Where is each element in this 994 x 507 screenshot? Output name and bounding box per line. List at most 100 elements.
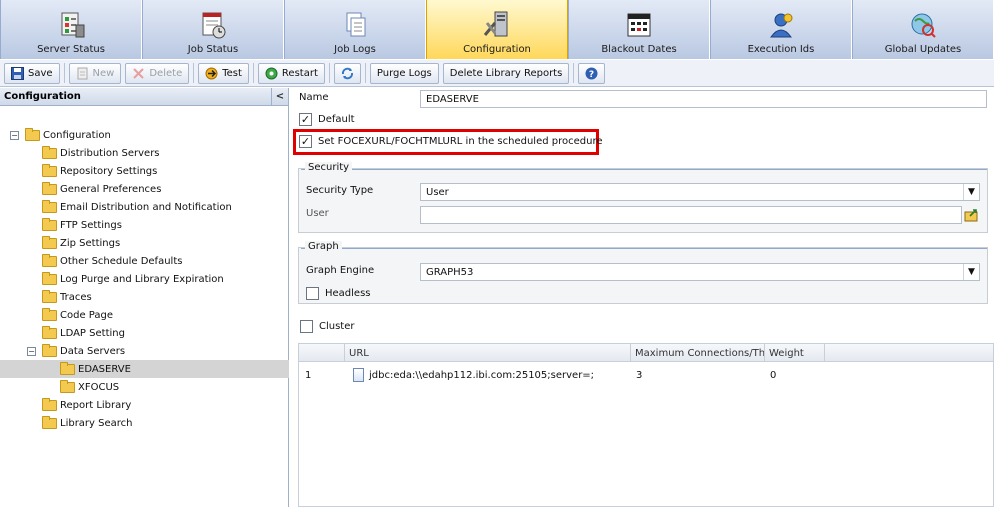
tree-item-data-servers[interactable]: − Data Servers: [27, 342, 125, 360]
tree-item-other-schedule-defaults[interactable]: Other Schedule Defaults: [42, 252, 182, 270]
url-column-header[interactable]: URL: [345, 344, 631, 362]
new-label: New: [92, 67, 115, 79]
collapse-toggle-icon[interactable]: −: [10, 130, 19, 140]
purge-logs-button[interactable]: Purge Logs: [369, 62, 439, 84]
security-fieldset: Security Security Type User ▼ User: [298, 162, 988, 233]
tree-item-log-purge[interactable]: Log Purge and Library Expiration: [42, 270, 224, 288]
security-type-select[interactable]: User ▼: [420, 183, 980, 201]
tab-job-logs[interactable]: Job Logs: [284, 0, 426, 59]
tree-node-label: Log Purge and Library Expiration: [60, 273, 224, 285]
configuration-tree-panel: Configuration < − Configuration Distribu…: [0, 88, 289, 507]
tab-execution-ids[interactable]: Execution Ids: [710, 0, 852, 59]
tree-root-configuration[interactable]: − Configuration: [10, 126, 111, 144]
tab-configuration[interactable]: Configuration: [426, 0, 568, 59]
folder-icon: [42, 253, 57, 267]
folder-icon: [42, 181, 57, 195]
row-number: 1: [305, 369, 312, 381]
save-icon: [11, 66, 24, 80]
folder-icon: [42, 235, 57, 249]
tree-item-zip-settings[interactable]: Zip Settings: [42, 234, 120, 252]
grid-header: URL Maximum Connections/Threads Weight: [299, 344, 993, 362]
tree-item-traces[interactable]: Traces: [42, 288, 92, 306]
security-type-value: User: [426, 186, 449, 198]
max-connections-cell[interactable]: 3: [636, 366, 642, 384]
tree-item-ldap-setting[interactable]: LDAP Setting: [42, 324, 125, 342]
graph-engine-select[interactable]: GRAPH53 ▼: [420, 263, 980, 281]
weight-column-header[interactable]: Weight: [765, 344, 825, 362]
graph-fieldset: Graph Graph Engine GRAPH53 ▼ Headless: [298, 241, 988, 304]
folder-icon: [42, 163, 57, 177]
tab-label: Server Status: [37, 44, 105, 55]
url-cell[interactable]: jdbc:eda:\\edahp112.ibi.com:25105;server…: [353, 366, 594, 384]
delete-button[interactable]: Delete: [125, 62, 190, 84]
tree-item-report-library[interactable]: Report Library: [42, 396, 131, 414]
cluster-checkbox[interactable]: [300, 320, 313, 333]
tab-label: Blackout Dates: [601, 44, 677, 55]
chevron-down-icon[interactable]: ▼: [963, 184, 979, 200]
focexurl-checkbox[interactable]: ✓: [299, 135, 312, 148]
folder-icon: [42, 289, 57, 303]
refresh-icon: [341, 67, 353, 79]
graph-engine-label: Graph Engine: [306, 265, 375, 276]
tree-item-library-search[interactable]: Library Search: [42, 414, 133, 432]
help-icon: ?: [585, 67, 598, 80]
help-button[interactable]: ?: [578, 62, 606, 84]
refresh-button[interactable]: [333, 62, 361, 84]
user-field[interactable]: [420, 206, 962, 224]
weight-cell[interactable]: 0: [770, 366, 776, 384]
configuration-icon: [483, 11, 508, 37]
tree-node-label: Distribution Servers: [60, 147, 160, 159]
restart-icon: [265, 67, 278, 79]
test-button[interactable]: Test: [198, 62, 249, 84]
folder-browse-icon[interactable]: [964, 207, 980, 223]
folder-icon: [60, 361, 75, 375]
name-value: EDASERVE: [426, 93, 479, 105]
svg-text:?: ?: [589, 70, 594, 80]
tree-item-repository-settings[interactable]: Repository Settings: [42, 162, 157, 180]
collapse-panel-button[interactable]: <: [271, 88, 288, 105]
tree-item-code-page[interactable]: Code Page: [42, 306, 113, 324]
folder-icon: [25, 127, 40, 141]
tree-item-general-preferences[interactable]: General Preferences: [42, 180, 161, 198]
tab-label: Configuration: [463, 44, 531, 55]
tree-node-label: Traces: [60, 291, 92, 303]
headless-checkbox[interactable]: [306, 287, 319, 300]
server-status-icon: [61, 12, 85, 38]
chevron-down-icon[interactable]: ▼: [963, 264, 979, 280]
fieldset-rule: [301, 169, 987, 170]
tree-item-edaserve[interactable]: EDASERVE: [0, 360, 289, 378]
tree-node-label: Zip Settings: [60, 237, 121, 249]
tab-label: Execution Ids: [747, 44, 815, 55]
tree-node-label: Report Library: [60, 399, 132, 411]
default-label: Default: [318, 114, 355, 125]
max-connections-column-header[interactable]: Maximum Connections/Threads: [631, 344, 765, 362]
delete-library-reports-button[interactable]: Delete Library Reports: [442, 62, 570, 84]
name-field[interactable]: EDASERVE: [420, 90, 987, 108]
folder-icon: [42, 217, 57, 231]
default-checkbox[interactable]: ✓: [299, 113, 312, 126]
tree-node-label: LDAP Setting: [60, 327, 125, 339]
save-button[interactable]: Save: [4, 62, 60, 84]
tree-node-label: Configuration: [43, 129, 111, 141]
new-button[interactable]: New: [68, 62, 122, 84]
tree-item-ftp-settings[interactable]: FTP Settings: [42, 216, 122, 234]
tab-label: Job Status: [187, 44, 239, 55]
tree-item-distribution-servers[interactable]: Distribution Servers: [42, 144, 160, 162]
tab-job-status[interactable]: Job Status: [142, 0, 284, 59]
tree-item-email-distribution[interactable]: Email Distribution and Notification: [42, 198, 232, 216]
fieldset-rule: [301, 248, 987, 249]
delete-label: Delete: [149, 67, 183, 79]
folder-icon: [42, 325, 57, 339]
tab-server-status[interactable]: Server Status: [0, 0, 142, 59]
tree-item-xfocus[interactable]: XFOCUS: [60, 378, 119, 396]
headless-label: Headless: [325, 288, 371, 299]
folder-icon: [42, 199, 57, 213]
toolbar-separator: [63, 63, 65, 83]
job-logs-icon: [346, 12, 366, 37]
collapse-toggle-icon[interactable]: −: [27, 346, 36, 356]
tab-blackout-dates[interactable]: Blackout Dates: [568, 0, 710, 59]
restart-button[interactable]: Restart: [257, 62, 325, 84]
tab-global-updates[interactable]: Global Updates: [852, 0, 994, 59]
folder-icon: [42, 397, 57, 411]
purge-logs-label: Purge Logs: [376, 67, 432, 79]
